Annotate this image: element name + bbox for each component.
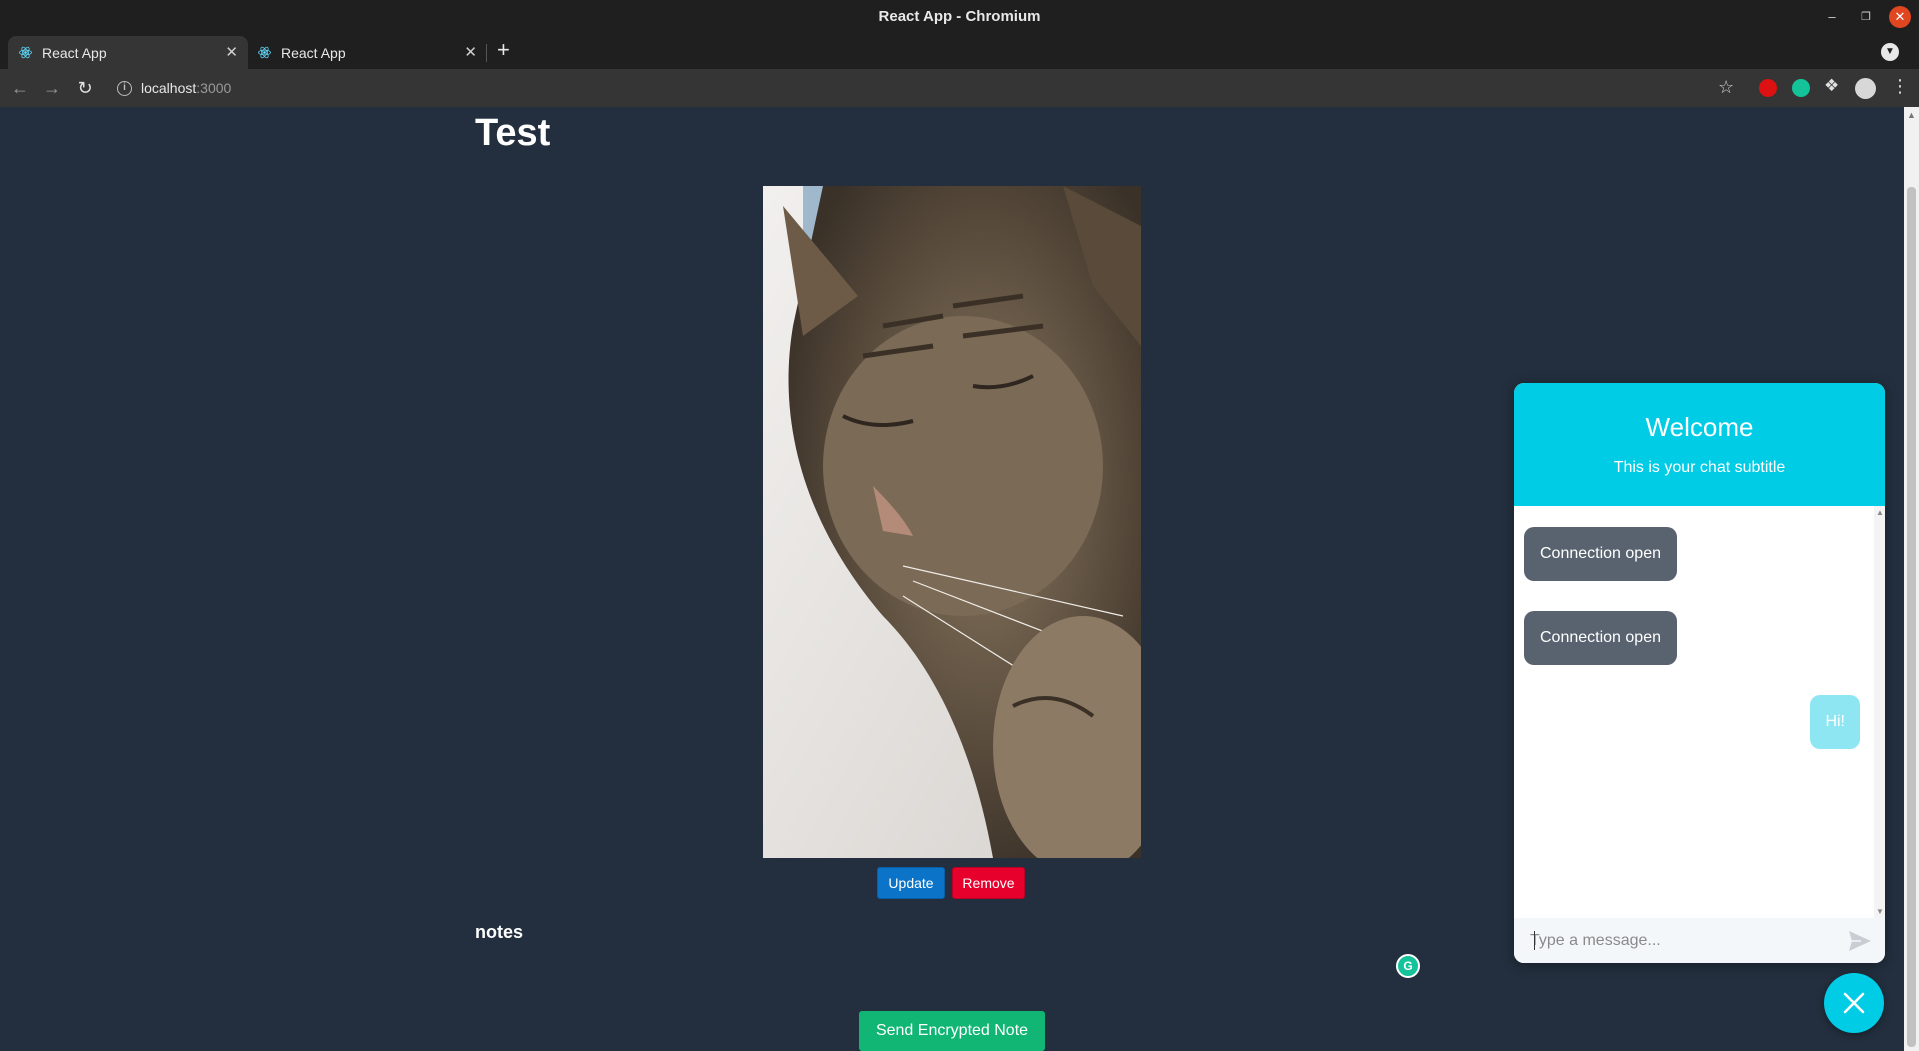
url-host: localhost: [141, 80, 197, 96]
chat-subtitle: This is your chat subtitle: [1613, 459, 1786, 476]
extension-red-icon[interactable]: [1759, 79, 1777, 97]
react-icon: [258, 46, 271, 59]
chat-launcher-button[interactable]: [1824, 973, 1884, 1033]
tab-react-app-2[interactable]: React App ✕: [247, 36, 487, 69]
page-title: Test: [475, 112, 551, 154]
chat-message-user: Hi!: [1810, 695, 1860, 749]
window-titlebar: React App - Chromium – ❐ ✕: [0, 0, 1919, 34]
send-icon[interactable]: [1847, 929, 1873, 953]
tab-title: React App: [281, 45, 346, 61]
restore-icon[interactable]: ❐: [1855, 6, 1877, 28]
chat-input-bar: [1514, 918, 1885, 963]
send-encrypted-note-button[interactable]: Send Encrypted Note: [859, 1011, 1045, 1051]
tab-search-icon[interactable]: ▼: [1881, 43, 1899, 61]
text-caret: [1534, 931, 1535, 950]
browser-toolbar: ← → ↻ i localhost:3000 ☆ ❖ ⋮: [0, 69, 1919, 107]
chat-message-bot: Connection open: [1524, 611, 1677, 665]
minimize-icon[interactable]: –: [1821, 6, 1843, 28]
scroll-down-icon[interactable]: ▼: [1876, 907, 1884, 916]
chat-header: Welcome This is your chat subtitle: [1514, 383, 1885, 506]
browser-menu-icon[interactable]: ⋮: [1891, 76, 1909, 97]
grammarly-icon[interactable]: G: [1396, 954, 1420, 978]
scrollbar-thumb[interactable]: [1907, 187, 1916, 1047]
profile-avatar-icon[interactable]: [1855, 78, 1876, 99]
chat-scrollbar[interactable]: ▲ ▼: [1874, 506, 1885, 918]
reload-icon[interactable]: ↻: [73, 76, 97, 100]
back-icon[interactable]: ←: [8, 76, 32, 100]
notes-label: notes: [475, 922, 524, 942]
tab-react-app-1[interactable]: React App ✕: [8, 36, 248, 69]
bookmark-star-icon[interactable]: ☆: [1718, 77, 1734, 98]
scroll-up-icon[interactable]: ▲: [1876, 508, 1884, 517]
url-port: :3000: [196, 80, 232, 96]
page-scrollbar[interactable]: ▲: [1904, 107, 1919, 1051]
remove-button[interactable]: Remove: [952, 867, 1025, 899]
tab-title: React App: [42, 45, 107, 61]
tab-close-icon[interactable]: ✕: [225, 43, 238, 61]
update-button[interactable]: Update: [877, 867, 945, 899]
chat-message-bot: Connection open: [1524, 527, 1677, 581]
chat-message-input[interactable]: [1530, 928, 1840, 954]
new-tab-icon[interactable]: +: [497, 38, 510, 62]
tab-close-icon[interactable]: ✕: [464, 43, 477, 61]
tab-divider: [486, 44, 487, 62]
close-icon: [1843, 992, 1865, 1014]
extensions-puzzle-icon[interactable]: ❖: [1824, 76, 1839, 96]
window-title: React App - Chromium: [878, 8, 1041, 25]
react-icon: [19, 46, 32, 59]
chat-messages: Connection open Connection open Hi! ▲ ▼: [1514, 506, 1885, 918]
forward-icon[interactable]: →: [40, 76, 64, 100]
scroll-up-icon[interactable]: ▲: [1907, 110, 1916, 120]
site-info-icon[interactable]: i: [117, 81, 132, 96]
chat-title: Welcome: [1645, 412, 1754, 442]
grammarly-extension-icon[interactable]: [1792, 79, 1810, 97]
cat-photo-illustration: [763, 186, 1141, 858]
chat-widget: Welcome This is your chat subtitle Conne…: [1514, 383, 1885, 963]
cat-photo: [763, 186, 1141, 858]
address-bar[interactable]: localhost:3000: [141, 80, 231, 96]
tab-strip: React App ✕ React App ✕ + ▼: [0, 34, 1919, 69]
window-close-icon[interactable]: ✕: [1889, 6, 1911, 28]
